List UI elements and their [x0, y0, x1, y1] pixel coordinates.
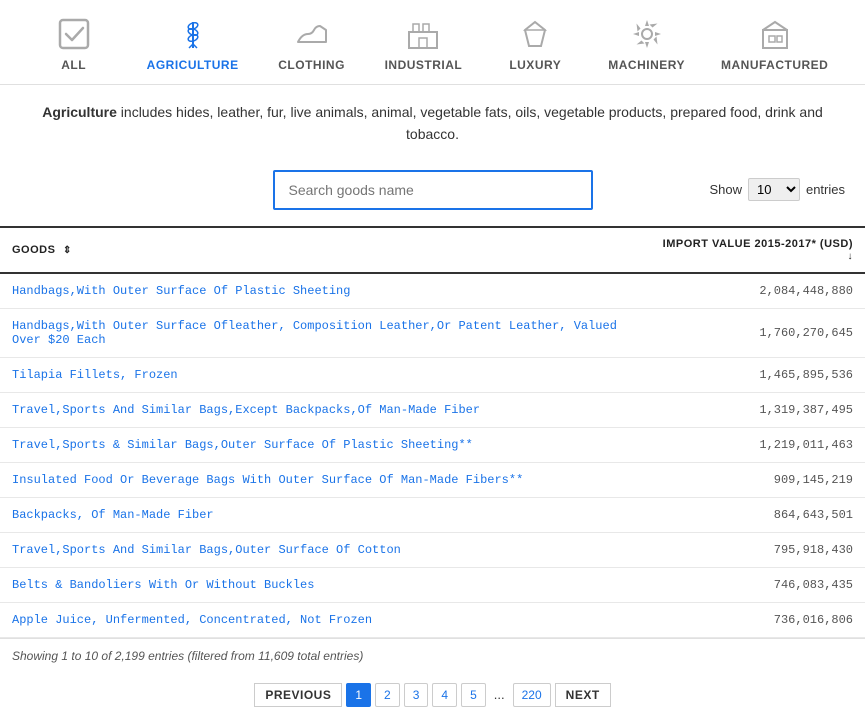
entries-select[interactable]: 10 25 50 100: [748, 178, 800, 201]
goods-table: GOODS ⇕ IMPORT VALUE 2015-2017* (USD) ↓ …: [0, 226, 865, 638]
table-row: Travel,Sports And Similar Bags,Except Ba…: [0, 392, 865, 427]
page-3-button[interactable]: 3: [404, 683, 429, 707]
category-name: Agriculture: [42, 104, 117, 120]
page-ellipsis: ...: [490, 687, 509, 702]
import-value-cell: 864,643,501: [644, 497, 865, 532]
cat-industrial-label: INDUSTRIAL: [385, 58, 463, 72]
category-description: Agriculture includes hides, leather, fur…: [0, 85, 865, 158]
cat-all-label: ALL: [61, 58, 86, 72]
goods-name-cell: Handbags,With Outer Surface Of Plastic S…: [0, 273, 644, 309]
goods-name-cell: Tilapia Fillets, Frozen: [0, 357, 644, 392]
table-row: Backpacks, Of Man-Made Fiber864,643,501: [0, 497, 865, 532]
import-value-cell: 1,465,895,536: [644, 357, 865, 392]
description-text: includes hides, leather, fur, live anima…: [117, 104, 823, 142]
entries-suffix: entries: [806, 182, 845, 197]
import-value-cell: 736,016,806: [644, 602, 865, 637]
goods-name-cell: Travel,Sports And Similar Bags,Except Ba…: [0, 392, 644, 427]
factory-icon: [403, 14, 443, 54]
footer-text: Showing 1 to 10 of 2,199 entries (filter…: [12, 649, 363, 663]
table-row: Tilapia Fillets, Frozen1,465,895,536: [0, 357, 865, 392]
table-footer: Showing 1 to 10 of 2,199 entries (filter…: [0, 638, 865, 673]
goods-name-cell: Belts & Bandoliers With Or Without Buckl…: [0, 567, 644, 602]
table-row: Handbags,With Outer Surface Ofleather, C…: [0, 308, 865, 357]
import-value-header[interactable]: IMPORT VALUE 2015-2017* (USD) ↓: [644, 227, 865, 273]
goods-name-cell: Backpacks, Of Man-Made Fiber: [0, 497, 644, 532]
search-area: Show 10 25 50 100 entries: [0, 158, 865, 222]
import-value-cell: 909,145,219: [644, 462, 865, 497]
page-5-button[interactable]: 5: [461, 683, 486, 707]
show-label: Show: [709, 182, 742, 197]
pagination: PREVIOUS 1 2 3 4 5 ... 220 NEXT: [0, 673, 865, 717]
goods-header[interactable]: GOODS ⇕: [0, 227, 644, 273]
table-header-row: GOODS ⇕ IMPORT VALUE 2015-2017* (USD) ↓: [0, 227, 865, 273]
checkbox-icon: [54, 14, 94, 54]
show-entries-control: Show 10 25 50 100 entries: [709, 178, 845, 201]
manufactured-icon: [755, 14, 795, 54]
table-row: Insulated Food Or Beverage Bags With Out…: [0, 462, 865, 497]
cat-luxury[interactable]: LUXURY: [490, 10, 580, 76]
cat-industrial[interactable]: INDUSTRIAL: [377, 10, 471, 76]
search-input[interactable]: [273, 170, 593, 210]
table-row: Belts & Bandoliers With Or Without Buckl…: [0, 567, 865, 602]
cat-manufactured[interactable]: MANUFACTURED: [713, 10, 836, 76]
cat-machinery-label: MACHINERY: [608, 58, 685, 72]
table-row: Travel,Sports And Similar Bags,Outer Sur…: [0, 532, 865, 567]
wheat-icon: [173, 14, 213, 54]
import-value-cell: 795,918,430: [644, 532, 865, 567]
import-value-cell: 1,319,387,495: [644, 392, 865, 427]
import-value-cell: 1,219,011,463: [644, 427, 865, 462]
shoe-icon: [292, 14, 332, 54]
goods-name-cell: Travel,Sports & Similar Bags,Outer Surfa…: [0, 427, 644, 462]
goods-name-cell: Handbags,With Outer Surface Ofleather, C…: [0, 308, 644, 357]
cat-agriculture-label: AGRICULTURE: [147, 58, 239, 72]
cat-clothing-label: CLOTHING: [278, 58, 345, 72]
table-body: Handbags,With Outer Surface Of Plastic S…: [0, 273, 865, 638]
prev-button[interactable]: PREVIOUS: [254, 683, 342, 707]
import-value-cell: 2,084,448,880: [644, 273, 865, 309]
import-value-cell: 746,083,435: [644, 567, 865, 602]
goods-name-cell: Travel,Sports And Similar Bags,Outer Sur…: [0, 532, 644, 567]
cat-all[interactable]: ALL: [29, 10, 119, 76]
page-2-button[interactable]: 2: [375, 683, 400, 707]
gem-icon: [515, 14, 555, 54]
table-row: Travel,Sports & Similar Bags,Outer Surfa…: [0, 427, 865, 462]
table-row: Apple Juice, Unfermented, Concentrated, …: [0, 602, 865, 637]
cat-agriculture[interactable]: AGRICULTURE: [139, 10, 247, 76]
page-1-button[interactable]: 1: [346, 683, 371, 707]
goods-name-cell: Apple Juice, Unfermented, Concentrated, …: [0, 602, 644, 637]
table-row: Handbags,With Outer Surface Of Plastic S…: [0, 273, 865, 309]
goods-name-cell: Insulated Food Or Beverage Bags With Out…: [0, 462, 644, 497]
cat-clothing[interactable]: CLOTHING: [267, 10, 357, 76]
next-button[interactable]: NEXT: [555, 683, 611, 707]
cat-machinery[interactable]: MACHINERY: [600, 10, 693, 76]
gear-icon: [627, 14, 667, 54]
category-nav: ALL AGRICULTURE CLOTHING: [0, 0, 865, 85]
page-last-button[interactable]: 220: [513, 683, 551, 707]
cat-manufactured-label: MANUFACTURED: [721, 58, 828, 72]
import-value-cell: 1,760,270,645: [644, 308, 865, 357]
cat-luxury-label: LUXURY: [509, 58, 561, 72]
page-4-button[interactable]: 4: [432, 683, 457, 707]
